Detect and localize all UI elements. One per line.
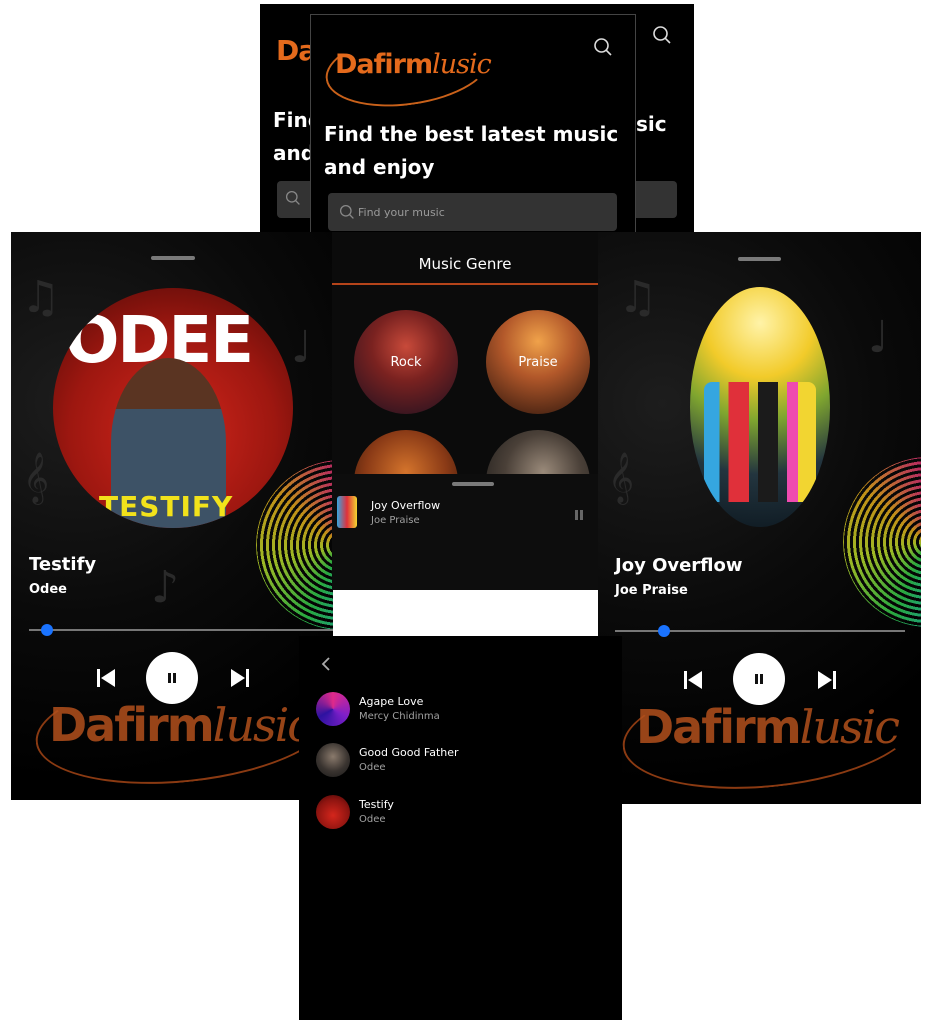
song-title: Testify: [29, 554, 97, 575]
search-icon: [339, 204, 354, 219]
progress-thumb[interactable]: [41, 624, 54, 636]
search-icon: [285, 190, 300, 205]
headline: Find the best latest music and enjoy: [324, 122, 619, 179]
song-title: Agape Love: [359, 695, 424, 708]
genre-rock[interactable]: Rock: [354, 310, 458, 414]
song-thumb: [316, 743, 350, 777]
search-placeholder: Find your music: [358, 205, 445, 219]
mini-player[interactable]: Joy Overflow Joe Praise: [332, 474, 598, 590]
song-artist: Joe Praise: [615, 583, 688, 598]
song-thumb: [316, 692, 350, 726]
previous-icon[interactable]: [682, 669, 704, 691]
back-arrow-icon[interactable]: [319, 656, 333, 672]
genre-header: Music Genre: [418, 255, 512, 273]
song-thumb: [316, 795, 350, 829]
home-screen: Dafirmlusic Find the best latest music a…: [310, 14, 636, 236]
music-note-decor: ♩: [868, 312, 889, 363]
equalizer-ring: [843, 457, 921, 627]
search-input[interactable]: Find your music: [328, 193, 617, 231]
watermark-logo: Dafirmlusic: [636, 700, 900, 754]
music-note-decor: ♫: [618, 272, 658, 323]
drag-handle[interactable]: [738, 257, 781, 261]
music-note-decor: 𝄞: [608, 452, 635, 503]
mini-player-art: [337, 496, 357, 528]
back-headline-tail: sic: [636, 112, 667, 136]
mini-pause-icon[interactable]: [575, 505, 583, 524]
mini-player-title: Joy Overflow: [371, 499, 441, 512]
song-artist: Odee: [29, 582, 67, 597]
album-art-people: [704, 382, 816, 502]
genre-screen: Music Genre Rock Praise Joy Overflow Joe…: [332, 232, 598, 590]
search-icon[interactable]: [593, 37, 613, 57]
drag-handle[interactable]: [151, 256, 195, 260]
progress-track[interactable]: [29, 629, 333, 631]
song-artist: Mercy Chidinma: [359, 711, 440, 722]
genre-label: Praise: [518, 354, 558, 370]
search-icon[interactable]: [652, 25, 672, 45]
mini-player-artist: Joe Praise: [371, 515, 420, 526]
progress-thumb[interactable]: [658, 625, 671, 637]
genre-label: Rock: [390, 354, 422, 370]
song-title: Good Good Father: [359, 746, 459, 759]
drag-handle[interactable]: [452, 482, 494, 486]
music-note-decor: ♫: [21, 272, 61, 323]
music-note-decor: ♩: [291, 322, 312, 373]
song-list-screen: Agape Love Mercy Chidinma Good Good Fath…: [299, 636, 622, 1020]
player-screen-joy-overflow: ♫ 𝄞 ♩ Joy Overflow Joe Praise Dafirmlusi…: [598, 232, 921, 804]
equalizer-ring: [256, 460, 333, 630]
genre-header-underline: [332, 283, 598, 285]
music-note-decor: ♪: [151, 562, 180, 613]
watermark-logo: Dafirmlusic: [49, 698, 313, 752]
app-logo: Dafirmlusic: [335, 49, 492, 80]
song-title: Testify: [359, 798, 394, 811]
song-title: Joy Overflow: [615, 555, 743, 576]
album-art: ODEE TESTIFY: [53, 288, 293, 528]
album-art: [690, 287, 830, 527]
album-art-caption: TESTIFY: [99, 490, 234, 523]
player-screen-testify: ♫ 𝄞 ♪ ♩ ODEE TESTIFY Testify Odee Dafirm…: [11, 232, 333, 800]
song-artist: Odee: [359, 762, 386, 773]
music-note-decor: 𝄞: [23, 452, 50, 503]
song-artist: Odee: [359, 814, 386, 825]
genre-praise[interactable]: Praise: [486, 310, 590, 414]
